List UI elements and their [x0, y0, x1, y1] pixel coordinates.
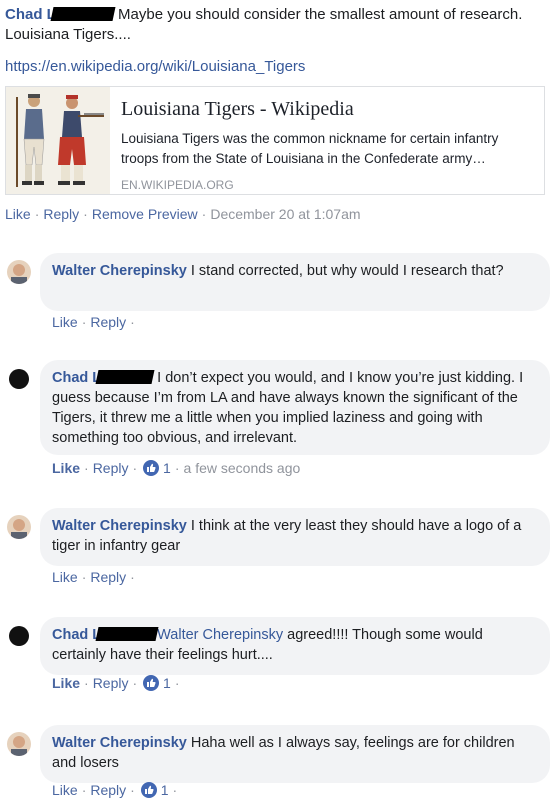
top-comment: Chad L Maybe you should consider the sma… — [5, 5, 545, 45]
like-button[interactable]: Like — [52, 314, 78, 330]
reply-button[interactable]: Reply — [90, 569, 126, 585]
like-reaction-icon[interactable] — [143, 675, 160, 691]
redaction-bar — [95, 370, 155, 384]
avatar[interactable] — [7, 515, 31, 539]
comment-bubble: Walter Cherepinsky I stand corrected, bu… — [40, 253, 550, 311]
like-button[interactable]: Like — [52, 569, 78, 585]
reply-button[interactable]: Reply — [43, 206, 79, 222]
comment-bubble: Walter Cherepinsky I think at the very l… — [40, 508, 550, 566]
comment-actions: Like · Reply · — [52, 569, 135, 585]
preview-title[interactable]: Louisiana Tigers - Wikipedia — [121, 98, 354, 121]
comment-actions: Like · Reply · — [52, 314, 135, 330]
author-name-link[interactable]: Chad L — [52, 370, 101, 386]
comment-actions: Like · Reply · 1 · — [52, 675, 180, 691]
preview-domain: EN.WIKIPEDIA.ORG — [121, 178, 234, 192]
timestamp[interactable]: a few seconds ago — [184, 460, 301, 476]
avatar[interactable] — [7, 624, 31, 648]
remove-preview-button[interactable]: Remove Preview — [92, 206, 198, 222]
reply-button[interactable]: Reply — [90, 782, 126, 798]
timestamp[interactable]: December 20 at 1:07am — [210, 206, 360, 222]
author-name-link[interactable]: Chad L — [5, 6, 56, 23]
author-name-link[interactable]: Walter Cherepinsky — [52, 518, 187, 534]
reaction-count[interactable]: 1 — [161, 782, 169, 798]
preview-thumbnail — [6, 87, 110, 194]
like-button[interactable]: Like — [52, 675, 80, 691]
wikipedia-url-link[interactable]: https://en.wikipedia.org/wiki/Louisiana_… — [5, 58, 305, 75]
preview-description: Louisiana Tigers was the common nickname… — [121, 131, 499, 166]
mention-link[interactable]: Walter Cherepinsky — [157, 627, 283, 643]
comment-bubble: Chad L Walter Cherepinsky agreed!!!! Thou… — [40, 617, 550, 675]
like-button[interactable]: Like — [52, 782, 78, 798]
like-button[interactable]: Like — [5, 206, 31, 222]
comment-actions: Like · Reply · 1 · — [52, 782, 178, 798]
reaction-count[interactable]: 1 — [163, 675, 171, 691]
link-preview-card[interactable]: Louisiana Tigers - Wikipedia Louisiana T… — [5, 86, 545, 195]
reaction-count[interactable]: 1 — [163, 460, 171, 476]
author-name-link[interactable]: Chad L — [52, 627, 101, 643]
comment-bubble: Chad L I don’t expect you would, and I k… — [40, 360, 550, 455]
redaction-bar — [50, 7, 116, 21]
like-button[interactable]: Like — [52, 460, 80, 476]
author-name-link[interactable]: Walter Cherepinsky — [52, 263, 187, 279]
comment-bubble: Walter Cherepinsky Haha well as I always… — [40, 725, 550, 783]
like-reaction-icon[interactable] — [143, 460, 160, 476]
comment-text: I stand corrected, but why would I resea… — [190, 263, 504, 279]
redaction-bar — [95, 627, 159, 641]
zouave-soldiers-illustration — [16, 94, 104, 187]
comment-actions: Like · Reply · 1 · a few seconds ago — [52, 460, 301, 476]
avatar[interactable] — [7, 367, 31, 391]
reply-button[interactable]: Reply — [93, 675, 129, 691]
avatar[interactable] — [7, 260, 31, 284]
author-name-link[interactable]: Walter Cherepinsky — [52, 735, 187, 751]
reply-button[interactable]: Reply — [93, 460, 129, 476]
like-reaction-icon[interactable] — [140, 782, 157, 798]
reply-button[interactable]: Reply — [90, 314, 126, 330]
top-comment-actions: Like · Reply · Remove Preview · December 20 at… — [5, 206, 361, 222]
avatar[interactable] — [7, 732, 31, 756]
